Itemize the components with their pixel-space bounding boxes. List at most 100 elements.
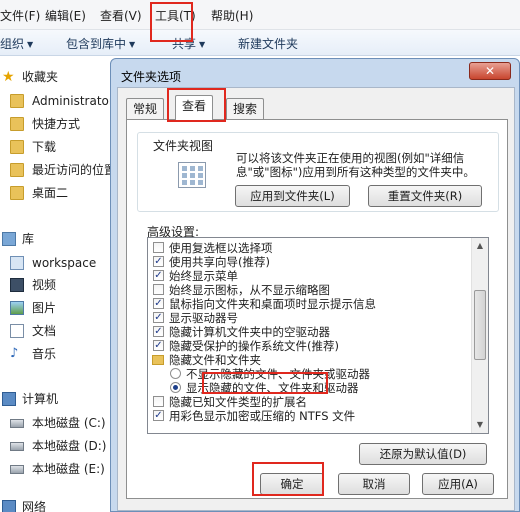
- vertical-scrollbar[interactable]: ▲ ▼: [471, 238, 488, 433]
- checkbox[interactable]: ✓: [153, 256, 164, 267]
- list-item: 隐藏文件和文件夹: [148, 353, 470, 367]
- nav-item-label: 音乐: [32, 347, 57, 361]
- scroll-up-icon[interactable]: ▲: [472, 238, 488, 254]
- include-library-button[interactable]: 包含到库中 ▼: [66, 35, 135, 52]
- folder-view-group: 文件夹视图 可以将该文件夹正在使用的视图(例如"详细信息"或"图标")应用到所有…: [137, 132, 499, 212]
- list-item[interactable]: 始终显示图标，从不显示缩略图: [148, 283, 470, 297]
- nav-item-drive-c[interactable]: 本地磁盘 (C:): [0, 413, 118, 433]
- checkbox[interactable]: ✓: [153, 312, 164, 323]
- nav-item-documents[interactable]: 文档: [0, 321, 118, 341]
- folder-icon: [10, 94, 24, 108]
- nav-libraries[interactable]: 库: [0, 229, 118, 249]
- checkbox[interactable]: [153, 396, 164, 407]
- list-item[interactable]: ✓ 鼠标指向文件夹和桌面项时显示提示信息: [148, 297, 470, 311]
- drive-icon: [10, 465, 24, 474]
- nav-item-downloads[interactable]: 下载: [0, 137, 118, 157]
- nav-item-desktop2[interactable]: 桌面二: [0, 183, 118, 203]
- dialog-body: 常规 查看 搜索 文件夹视图 可以将该文件夹正在使用的视图(例如"详细信息"或"…: [117, 87, 515, 511]
- drive-icon: [10, 442, 24, 451]
- checkbox[interactable]: ✓: [153, 410, 164, 421]
- video-icon: [10, 278, 24, 292]
- menu-file[interactable]: 文件(F): [0, 7, 40, 24]
- nav-item-label: 视频: [32, 278, 57, 292]
- menu-view[interactable]: 查看(V): [100, 7, 142, 24]
- folder-icon: [10, 163, 24, 177]
- menu-help[interactable]: 帮助(H): [211, 7, 253, 24]
- nav-item-pictures[interactable]: 图片: [0, 298, 118, 318]
- organize-label: 组织: [0, 37, 25, 51]
- list-item[interactable]: ✓ 隐藏计算机文件夹中的空驱动器: [148, 325, 470, 339]
- share-button[interactable]: 共享 ▼: [172, 35, 205, 52]
- list-item[interactable]: 不显示隐藏的文件、文件夹或驱动器: [148, 367, 470, 381]
- dialog-title: 文件夹选项: [121, 70, 182, 84]
- ok-button[interactable]: 确定: [260, 473, 324, 495]
- nav-favorites-label: 收藏夹: [22, 70, 59, 84]
- nav-libraries-label: 库: [22, 232, 35, 246]
- chevron-down-icon: ▼: [129, 40, 136, 49]
- setting-label: 始终显示图标，从不显示缩略图: [169, 283, 330, 297]
- apply-button[interactable]: 应用(A): [422, 473, 494, 495]
- cancel-button[interactable]: 取消: [338, 473, 410, 495]
- new-folder-button[interactable]: 新建文件夹: [238, 35, 298, 52]
- list-item[interactable]: ✓ 用彩色显示加密或压缩的 NTFS 文件: [148, 409, 470, 423]
- nav-item-music[interactable]: ♪ 音乐: [0, 344, 118, 364]
- nav-item-label: 本地磁盘 (C:): [32, 416, 106, 430]
- radio-button[interactable]: [170, 382, 181, 393]
- scroll-thumb[interactable]: [474, 290, 486, 360]
- nav-item-label: 桌面二: [32, 186, 69, 200]
- checkbox[interactable]: [153, 284, 164, 295]
- nav-item-workspace[interactable]: workspace: [0, 253, 118, 273]
- list-item[interactable]: 隐藏已知文件类型的扩展名: [148, 395, 470, 409]
- list-item[interactable]: ✓ 显示驱动器号: [148, 311, 470, 325]
- menu-edit[interactable]: 编辑(E): [45, 7, 86, 24]
- nav-item-label: 图片: [32, 301, 57, 315]
- nav-item-videos[interactable]: 视频: [0, 275, 118, 295]
- folder-view-description: 可以将该文件夹正在使用的视图(例如"详细信息"或"图标")应用到所有这种类型的文…: [236, 151, 475, 179]
- document-icon: [10, 324, 24, 338]
- picture-icon: [10, 301, 24, 315]
- nav-item-label: workspace: [32, 256, 97, 270]
- checkbox[interactable]: [153, 242, 164, 253]
- nav-item-shortcuts[interactable]: 快捷方式: [0, 114, 118, 134]
- menu-tools[interactable]: 工具(T): [155, 7, 196, 24]
- checkbox[interactable]: ✓: [153, 340, 164, 351]
- folder-icon: [10, 186, 24, 200]
- view-tab-panel: 文件夹视图 可以将该文件夹正在使用的视图(例如"详细信息"或"图标")应用到所有…: [126, 119, 508, 499]
- list-item[interactable]: ✓ 使用共享向导(推荐): [148, 255, 470, 269]
- apply-to-folders-button[interactable]: 应用到文件夹(L): [235, 185, 350, 207]
- folder-icon: [10, 117, 24, 131]
- nav-item-drive-d[interactable]: 本地磁盘 (D:): [0, 436, 118, 456]
- nav-computer-label: 计算机: [22, 392, 59, 406]
- nav-network[interactable]: 网络: [0, 497, 118, 512]
- workspace-icon: [10, 256, 24, 270]
- list-item[interactable]: 显示隐藏的文件、文件夹和驱动器: [148, 381, 470, 395]
- nav-item-label: 本地磁盘 (D:): [32, 439, 107, 453]
- setting-label: 始终显示菜单: [169, 269, 238, 283]
- nav-computer[interactable]: 计算机: [0, 389, 118, 409]
- setting-label: 隐藏计算机文件夹中的空驱动器: [169, 325, 330, 339]
- tab-view[interactable]: 查看: [175, 95, 214, 120]
- nav-item-recent[interactable]: 最近访问的位置: [0, 160, 118, 180]
- checkbox[interactable]: ✓: [153, 298, 164, 309]
- scroll-down-icon[interactable]: ▼: [472, 417, 488, 433]
- setting-label: 隐藏已知文件类型的扩展名: [169, 395, 307, 409]
- nav-item-administrator[interactable]: Administrator: [0, 91, 118, 111]
- close-button[interactable]: ✕: [469, 62, 511, 80]
- tab-general[interactable]: 常规: [126, 98, 165, 119]
- setting-label: 使用复选框以选择项: [169, 241, 273, 255]
- nav-item-drive-e[interactable]: 本地磁盘 (E:): [0, 459, 118, 479]
- list-item[interactable]: 使用复选框以选择项: [148, 241, 470, 255]
- setting-label: 显示隐藏的文件、文件夹和驱动器: [186, 381, 359, 395]
- reset-folders-button[interactable]: 重置文件夹(R): [368, 185, 482, 207]
- checkbox[interactable]: ✓: [153, 326, 164, 337]
- checkbox[interactable]: ✓: [153, 270, 164, 281]
- list-item[interactable]: ✓ 始终显示菜单: [148, 269, 470, 283]
- list-item[interactable]: ✓ 隐藏受保护的操作系统文件(推荐): [148, 339, 470, 353]
- nav-favorites[interactable]: ★ 收藏夹: [0, 67, 118, 87]
- organize-button[interactable]: 组织 ▼: [0, 35, 33, 52]
- nav-item-label: 文档: [32, 324, 57, 338]
- restore-defaults-button[interactable]: 还原为默认值(D): [359, 443, 487, 465]
- chevron-down-icon: ▼: [199, 40, 206, 49]
- radio-button[interactable]: [170, 368, 181, 379]
- tab-search[interactable]: 搜索: [226, 98, 265, 119]
